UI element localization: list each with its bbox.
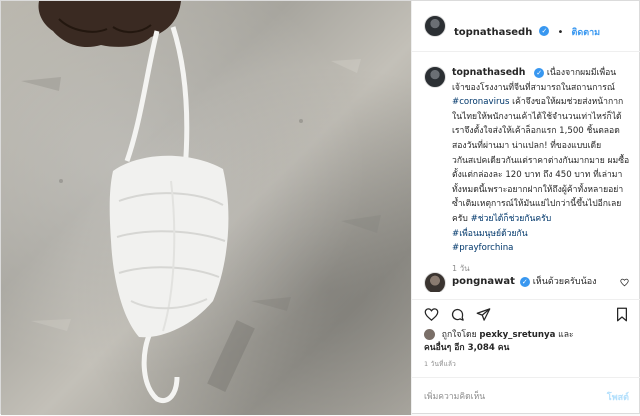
separator-dot: • (557, 27, 564, 38)
likes-summary: ถูกใจโดย pexky_sretunya และ คนอื่นๆ อีก … (424, 329, 634, 355)
caption-username[interactable]: topnathasedh (452, 67, 525, 78)
caption-author-avatar[interactable] (424, 66, 446, 88)
comment-text: เห็นด้วยครับน้อง (532, 277, 597, 287)
comment-item: pongnawat ✓ เห็นด้วยครับน้อง (452, 274, 597, 288)
comments-area[interactable]: topnathasedh ✓ เนื่องจากผมมีเพื่อนเจ้าขอ… (412, 52, 640, 292)
face-mask-illustration (21, 1, 381, 403)
follow-button[interactable]: ติดตาม (572, 28, 601, 38)
liker-username[interactable]: pexky_sretunya (479, 330, 555, 340)
caption-text-2: เค้าจึงขอให้ผมช่วยส่งหน้ากากในไทยให้พนัก… (452, 97, 630, 224)
hashtag-fellow-humans[interactable]: #เพื่อนมนุษย์ด้วยกัน (452, 229, 528, 239)
liker-avatar[interactable] (424, 329, 435, 340)
post-comment-button[interactable]: โพสต์ (607, 390, 629, 404)
face-mask (109, 155, 229, 338)
action-bar (412, 299, 640, 328)
commenter-avatar[interactable] (424, 272, 446, 292)
posted-time: 1 วันที่แล้ว (424, 360, 457, 368)
add-comment-input[interactable] (422, 387, 586, 407)
comment-username[interactable]: pongnawat (452, 276, 515, 287)
likes-prefix: ถูกใจโดย (441, 330, 477, 340)
verified-icon: ✓ (539, 25, 550, 36)
author-username[interactable]: topnathasedh (454, 27, 532, 38)
comment-icon[interactable] (450, 307, 465, 322)
caption-time: 1 วัน (452, 263, 470, 273)
author-avatar[interactable] (424, 15, 446, 37)
hashtag-help[interactable]: #ช่วยได้ก็ช่วยกันครับ (471, 214, 552, 224)
add-comment-bar: โพสต์ (412, 377, 640, 416)
post-photo[interactable] (1, 1, 411, 415)
verified-icon: ✓ (534, 67, 545, 78)
likes-others[interactable]: คนอื่นๆ อีก 3,084 คน (424, 343, 509, 353)
instagram-post: topnathasedh ✓ • ติดตาม topnathasedh ✓ เ… (0, 0, 640, 415)
bookmark-icon[interactable] (615, 307, 629, 322)
post-sidebar: topnathasedh ✓ • ติดตาม topnathasedh ✓ เ… (411, 1, 640, 415)
small-heart-icon[interactable] (620, 278, 629, 287)
likes-mid: และ (558, 330, 574, 340)
heart-icon[interactable] (424, 307, 439, 322)
post-header: topnathasedh ✓ • ติดตาม (412, 1, 640, 52)
share-icon[interactable] (476, 307, 491, 322)
hashtag-prayforchina[interactable]: #prayforchina (452, 243, 513, 253)
header-meta: topnathasedh ✓ • ติดตาม (454, 20, 600, 39)
post-caption: topnathasedh ✓ เนื่องจากผมมีเพื่อนเจ้าขอ… (452, 66, 632, 276)
verified-icon: ✓ (519, 276, 530, 287)
hand (38, 1, 181, 48)
hashtag-coronavirus[interactable]: #coronavirus (452, 97, 509, 107)
